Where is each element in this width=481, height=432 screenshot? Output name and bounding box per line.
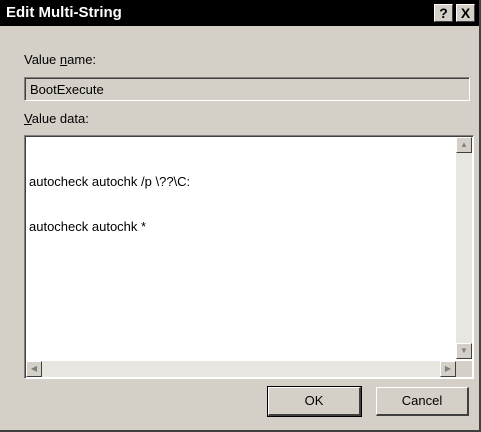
value-data-label: Value data: xyxy=(24,111,89,126)
close-button[interactable]: X xyxy=(456,4,475,22)
value-data-textarea[interactable]: autocheck autochk /p \??\C: autocheck au… xyxy=(24,135,474,379)
scroll-left-button[interactable]: ◀ xyxy=(26,361,42,377)
arrow-left-icon: ◀ xyxy=(30,364,38,373)
scroll-right-button[interactable]: ▶ xyxy=(440,361,456,377)
value-data-line: autocheck autochk * xyxy=(29,219,147,234)
scroll-up-button[interactable]: ▲ xyxy=(456,137,472,153)
value-name-label-rest: ame: xyxy=(67,52,97,67)
close-icon: X xyxy=(460,5,471,21)
scroll-down-button[interactable]: ▼ xyxy=(456,343,472,359)
value-data-label-accel: V xyxy=(24,111,32,126)
value-name-field[interactable]: BootExecute xyxy=(24,77,470,101)
window-title: Edit Multi-String xyxy=(6,4,122,21)
arrow-right-icon: ▶ xyxy=(444,364,452,373)
edit-multi-string-dialog: Edit Multi-String ? X Value name: BootEx… xyxy=(0,0,481,432)
question-mark-icon: ? xyxy=(439,5,448,21)
arrow-down-icon: ▼ xyxy=(460,346,468,355)
scrollbar-corner xyxy=(456,361,472,377)
value-name-label-prefix: Value xyxy=(24,52,60,67)
value-data-text: autocheck autochk /p \??\C: autocheck au… xyxy=(29,144,190,264)
value-data-line: autocheck autochk /p \??\C: xyxy=(29,174,191,189)
vertical-scrollbar[interactable]: ▲ ▼ xyxy=(456,137,472,359)
help-button[interactable]: ? xyxy=(434,4,453,22)
arrow-up-icon: ▲ xyxy=(460,140,468,149)
cancel-button[interactable]: Cancel xyxy=(376,387,469,416)
ok-button[interactable]: OK xyxy=(267,386,362,417)
title-bar[interactable]: Edit Multi-String ? X xyxy=(0,0,479,26)
value-data-label-rest: alue data: xyxy=(31,111,89,126)
value-name-label: Value name: xyxy=(24,52,96,67)
horizontal-scrollbar[interactable]: ◀ ▶ xyxy=(26,361,456,377)
